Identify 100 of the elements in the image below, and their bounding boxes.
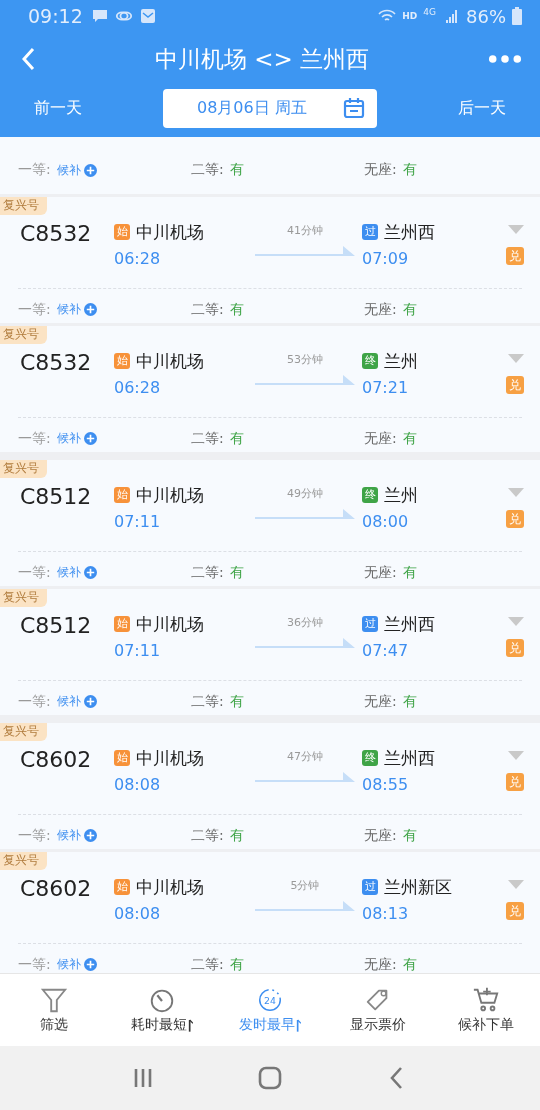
origin-tag: 始: [114, 487, 130, 503]
train-card[interactable]: 复兴号 C8602 始 中川机场 08:08 5分钟 过 兰州新区 08:13 兑 一等: 候补 二等: 有 无座: 有: [0, 852, 540, 973]
train-card[interactable]: 复兴号 C8512 始 中川机场 07:11 49分钟 终 兰州 08:00 兑 一等: 候补 二等: 有 无座: 有: [0, 460, 540, 586]
duration: 5分钟: [290, 878, 320, 893]
train-number: C8532: [20, 220, 93, 248]
add-icon[interactable]: [83, 566, 97, 580]
wifi-icon: [378, 8, 397, 24]
station-name: 中川机场: [136, 612, 204, 636]
battery-level: 86%: [466, 5, 506, 27]
origin-tag: 始: [114, 616, 130, 632]
mail-icon: [138, 8, 157, 24]
duration: 47分钟: [287, 749, 323, 764]
train-card[interactable]: 一等: 候补 二等: 有 无座: 有: [0, 137, 540, 194]
seat-class: 一等:: [18, 955, 51, 973]
seat-class: 一等:: [18, 826, 51, 845]
clock-icon: 24: [256, 986, 284, 1014]
seat-availability: 有: [402, 300, 417, 319]
seat-class: 一等:: [18, 563, 51, 582]
station-name: 兰州: [384, 349, 418, 373]
origin-tag: 始: [114, 224, 130, 240]
toolbar-tab[interactable]: 24 发时最早: [216, 974, 324, 1046]
origin-tag: 始: [114, 353, 130, 369]
train-card[interactable]: 复兴号 C8532 始 中川机场 06:28 41分钟 过 兰州西 07:09 兑 一等: 候补 二等: 有 无座: 有: [0, 197, 540, 323]
seat-class: 二等:: [191, 955, 224, 973]
seat-availability: 有: [402, 692, 417, 711]
toolbar-tab[interactable]: 显示票价: [324, 974, 432, 1046]
add-icon[interactable]: [83, 695, 97, 709]
exchange-tag: 兑: [506, 639, 524, 657]
departure-time: 06:28: [114, 248, 162, 268]
add-icon[interactable]: [83, 303, 97, 317]
duration: 53分钟: [287, 352, 323, 367]
waitlist-link[interactable]: 候补: [56, 161, 81, 179]
station-name: 中川机场: [136, 746, 204, 770]
add-icon[interactable]: [83, 829, 97, 843]
train-type-tag: 复兴号: [0, 852, 47, 870]
cart-icon: [472, 986, 500, 1014]
seat-availability: 有: [402, 563, 417, 582]
train-number: C8532: [20, 349, 93, 377]
exchange-tag: 兑: [506, 902, 524, 920]
station-name: 兰州西: [384, 612, 435, 636]
seat-class: 无座:: [364, 826, 397, 845]
toolbar-tab[interactable]: 候补下单: [432, 974, 540, 1046]
seat-class: 无座:: [364, 429, 397, 448]
train-card[interactable]: 复兴号 C8602 始 中川机场 08:08 47分钟 终 兰州西 08:55 兑 一等: 候补 二等: 有 无座: 有: [0, 723, 540, 849]
back-icon[interactable]: [22, 47, 36, 71]
seat-availability: 有: [229, 300, 244, 319]
waitlist-link[interactable]: 候补: [56, 693, 81, 711]
train-card[interactable]: 复兴号 C8512 始 中川机场 07:11 36分钟 过 兰州西 07:47 兑 一等: 候补 二等: 有 无座: 有: [0, 589, 540, 715]
seat-class: 二等:: [191, 692, 224, 711]
next-day-button[interactable]: 后一天: [438, 91, 526, 125]
arrow-icon: [255, 636, 355, 650]
arrival-time: 07:47: [362, 640, 410, 660]
train-type-tag: 复兴号: [0, 326, 47, 344]
seat-availability: 有: [402, 826, 417, 845]
arrow-icon: [255, 899, 355, 913]
station-name: 中川机场: [136, 875, 204, 899]
home-icon[interactable]: [258, 1066, 282, 1090]
station-name: 中川机场: [136, 349, 204, 373]
battery-icon: [512, 7, 522, 25]
arrival-time: 07:09: [362, 248, 410, 268]
date-picker[interactable]: 08月06日 周五: [163, 88, 377, 128]
previous-day-button[interactable]: 前一天: [14, 91, 102, 125]
train-card[interactable]: 复兴号 C8532 始 中川机场 06:28 53分钟 终 兰州 07:21 兑 一等: 候补 二等: 有 无座: 有: [0, 326, 540, 452]
waitlist-link[interactable]: 候补: [56, 564, 81, 582]
seat-availability: 有: [229, 955, 244, 973]
add-icon[interactable]: [83, 163, 97, 177]
train-number: C8512: [20, 483, 93, 511]
page-title: 中川机场 <> 兰州西: [153, 44, 371, 74]
seat-class: 一等:: [18, 429, 51, 448]
exchange-tag: 兑: [506, 510, 524, 528]
arrow-icon: [255, 770, 355, 784]
waitlist-link[interactable]: 候补: [56, 827, 81, 845]
more-icon[interactable]: [488, 54, 522, 64]
exchange-tag: 兑: [506, 773, 524, 791]
toolbar-tab[interactable]: 耗时最短: [108, 974, 216, 1046]
train-number: C8602: [20, 875, 93, 903]
arrow-icon: [255, 244, 355, 258]
waitlist-link[interactable]: 候补: [56, 430, 81, 448]
station-name: 兰州: [384, 483, 418, 507]
seat-availability: 有: [229, 563, 244, 582]
toolbar-tab[interactable]: 筛选: [0, 974, 108, 1046]
calendar-icon: [343, 97, 365, 119]
seat-availability: 有: [229, 429, 244, 448]
exchange-tag: 兑: [506, 247, 524, 265]
add-icon[interactable]: [83, 432, 97, 446]
arrow-icon: [255, 507, 355, 521]
waitlist-link[interactable]: 候补: [56, 301, 81, 319]
station-name: 兰州西: [384, 220, 435, 244]
seat-availability: 有: [402, 429, 417, 448]
seat-class: 一等:: [18, 161, 51, 179]
stop-tag: 过: [362, 879, 378, 895]
waitlist-link[interactable]: 候补: [56, 956, 81, 973]
train-type-tag: 复兴号: [0, 589, 47, 607]
seat-class: 一等:: [18, 692, 51, 711]
departure-time: 07:11: [114, 511, 162, 531]
seat-class: 二等:: [191, 429, 224, 448]
duration: 36分钟: [287, 615, 323, 630]
arrival-time: 07:21: [362, 377, 410, 397]
add-icon[interactable]: [83, 958, 97, 972]
origin-tag: 始: [114, 879, 130, 895]
